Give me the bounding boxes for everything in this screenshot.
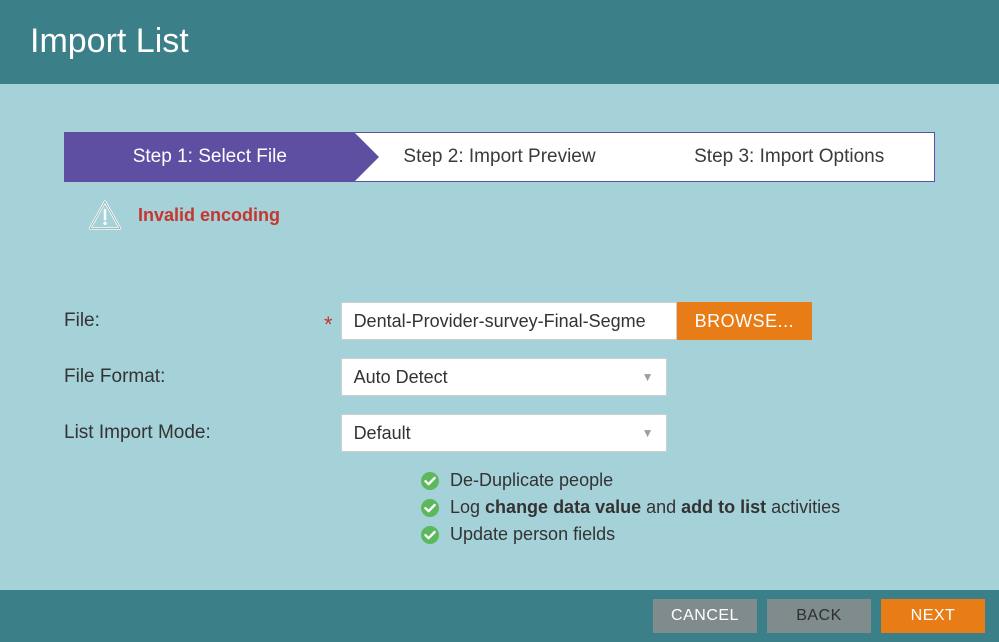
checkmark-circle-icon <box>420 471 440 491</box>
checkmark-circle-icon <box>420 498 440 518</box>
list-import-mode-value: Default <box>354 423 411 444</box>
list-import-mode-label: List Import Mode: <box>64 422 324 444</box>
step-select-file[interactable]: Step 1: Select File <box>65 133 355 181</box>
option-label: Update person fields <box>450 524 615 545</box>
file-input-group: Dental-Provider-survey-Final-Segme BROWS… <box>341 302 813 340</box>
step-label: Step 3: Import Options <box>694 146 884 168</box>
file-format-label: File Format: <box>64 366 324 388</box>
option-update-fields: Update person fields <box>420 524 935 545</box>
import-options-list: De-Duplicate people Log change data valu… <box>420 470 935 545</box>
dialog-header: Import List <box>0 0 999 84</box>
dialog-title: Import List <box>30 22 969 61</box>
file-format-select[interactable]: Auto Detect ▼ <box>341 358 667 396</box>
back-button: BACK <box>767 599 871 633</box>
cancel-button[interactable]: CANCEL <box>653 599 757 633</box>
row-file: File: * Dental-Provider-survey-Final-Seg… <box>64 302 935 340</box>
error-banner: Invalid encoding <box>88 200 935 230</box>
row-file-format: File Format: * Auto Detect ▼ <box>64 358 935 396</box>
option-label: Log change data value and add to list ac… <box>450 497 840 518</box>
warning-triangle-icon <box>88 200 122 230</box>
row-list-import-mode: List Import Mode: * Default ▼ <box>64 414 935 452</box>
list-import-mode-select[interactable]: Default ▼ <box>341 414 667 452</box>
error-message: Invalid encoding <box>138 205 280 226</box>
dialog-footer: CANCEL BACK NEXT <box>0 590 999 642</box>
chevron-down-icon: ▼ <box>642 426 654 440</box>
dialog-content: Step 1: Select File Step 2: Import Previ… <box>0 84 999 579</box>
option-deduplicate: De-Duplicate people <box>420 470 935 491</box>
wizard-stepper: Step 1: Select File Step 2: Import Previ… <box>64 132 935 182</box>
step-import-preview[interactable]: Step 2: Import Preview <box>355 133 645 181</box>
import-form: File: * Dental-Provider-survey-Final-Seg… <box>64 302 935 545</box>
option-label: De-Duplicate people <box>450 470 613 491</box>
required-asterisk: * <box>324 312 333 338</box>
step-label: Step 2: Import Preview <box>403 146 595 168</box>
file-format-value: Auto Detect <box>354 367 448 388</box>
step-import-options[interactable]: Step 3: Import Options <box>644 133 934 181</box>
option-log-activities: Log change data value and add to list ac… <box>420 497 935 518</box>
file-label: File: <box>64 310 324 332</box>
checkmark-circle-icon <box>420 525 440 545</box>
next-button[interactable]: NEXT <box>881 599 985 633</box>
step-label: Step 1: Select File <box>133 146 287 168</box>
browse-button[interactable]: BROWSE... <box>677 302 813 340</box>
file-path-input[interactable]: Dental-Provider-survey-Final-Segme <box>341 302 677 340</box>
chevron-down-icon: ▼ <box>642 370 654 384</box>
